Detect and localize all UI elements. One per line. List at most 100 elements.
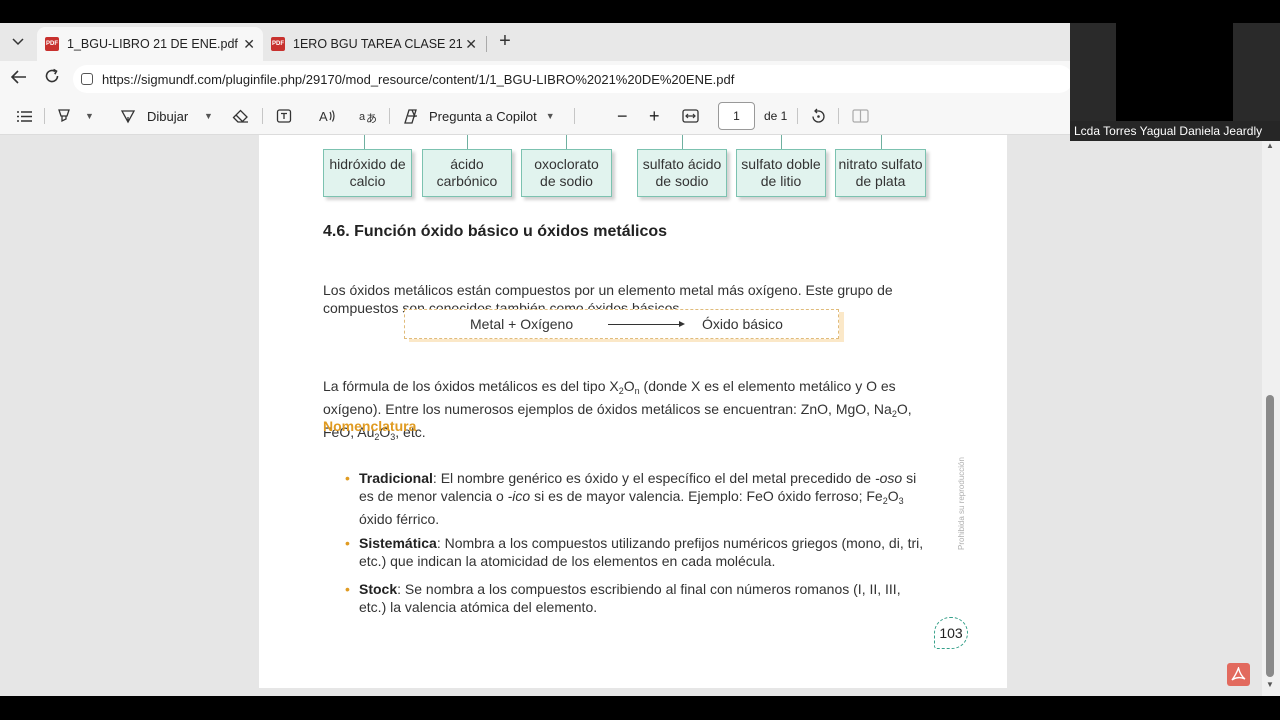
scrollbar-thumb[interactable]: [1266, 395, 1274, 677]
diagram-connector: [364, 135, 365, 149]
compound-box: sulfato doble de litio: [736, 149, 826, 197]
bullet-term: Tradicional: [359, 470, 433, 486]
suffix-italic: -oso: [874, 470, 903, 486]
diagram-connector: [781, 135, 782, 149]
compound-line: sulfato ácido: [642, 156, 722, 172]
back-arrow-icon[interactable]: [7, 67, 31, 91]
text-run: : Nombra a los compuestos utilizando pre…: [359, 535, 924, 569]
url-field[interactable]: https://sigmundf.com/pluginfile.php/2917…: [73, 65, 1073, 93]
eraser-icon[interactable]: [232, 97, 249, 135]
zoom-out-icon[interactable]: −: [617, 97, 628, 135]
diagram-connector: [682, 135, 683, 149]
compound-line: hidróxido de: [329, 156, 406, 172]
webcam-overlay: Lcda Torres Yagual Daniela Jeardly: [1070, 23, 1280, 141]
reload-icon[interactable]: [40, 67, 64, 91]
highlight-pen-icon[interactable]: [56, 97, 72, 135]
bullet-marker: •: [345, 470, 350, 486]
tab-separator: [486, 36, 487, 52]
pdf-icon: PDF: [45, 37, 59, 51]
bullet-marker: •: [345, 581, 350, 597]
text-run: O: [623, 378, 635, 394]
compound-line: oxoclorato: [534, 156, 599, 172]
bullet-term: Stock: [359, 581, 398, 597]
compound-line: de litio: [760, 173, 802, 189]
text-run: : Se nombra a los compuestos escribiendo…: [359, 581, 901, 615]
compound-box: sulfato ácido de sodio: [637, 149, 727, 197]
vertical-scrollbar[interactable]: ▲ ▼: [1262, 135, 1280, 696]
draw-options-chevron-icon[interactable]: ▼: [204, 97, 213, 135]
page-number-input[interactable]: 1: [718, 102, 755, 130]
copilot-chevron-icon: ▼: [545, 111, 555, 121]
bullet-tradicional: Tradicional: El nombre genérico es óxido…: [359, 469, 926, 528]
subscript: 3: [898, 496, 904, 506]
compound-box: hidróxido de calcio: [323, 149, 412, 197]
pdf-icon: PDF: [271, 37, 285, 51]
acrobat-icon[interactable]: [1227, 663, 1250, 686]
bullet-marker: •: [345, 535, 350, 551]
draw-label: Dibujar: [147, 108, 189, 124]
nomenclature-heading: Nomenclatura: [323, 418, 417, 434]
toolbar-separator: [389, 108, 390, 124]
equation-product: Óxido básico: [702, 316, 783, 332]
copilot-button[interactable]: Pregunta a Copilot ▼: [403, 97, 555, 135]
pdf-page: hidróxido de calcio ácido carbónico oxoclo…: [259, 135, 1007, 688]
text-box-icon[interactable]: [276, 97, 292, 135]
copilot-label: Pregunta a Copilot: [429, 108, 537, 124]
translate-icon[interactable]: aあ: [359, 97, 377, 135]
compound-line: calcio: [349, 173, 386, 189]
reaction-arrow-icon: [608, 321, 685, 327]
text-run: O: [887, 488, 899, 504]
tab-tarea-pdf[interactable]: PDF 1ERO BGU TAREA CLASE 21 DE EN ✕: [263, 27, 485, 61]
tab-actions-chevron-icon[interactable]: [7, 31, 29, 53]
scroll-down-arrow-icon[interactable]: ▼: [1266, 680, 1274, 689]
compound-line: ácido: [450, 156, 484, 172]
compound-line: de sodio: [655, 173, 709, 189]
compound-line: carbónico: [436, 173, 498, 189]
reaction-equation-box: Metal + Oxígeno Óxido básico: [404, 309, 839, 339]
text-run: si es de mayor valencia. Ejemplo: FeO óx…: [530, 488, 883, 504]
fit-width-icon[interactable]: [682, 97, 699, 135]
copyright-side-note: Prohibida su reproducción: [957, 457, 966, 550]
close-tab-icon[interactable]: ✕: [243, 36, 255, 53]
highlight-options-chevron-icon[interactable]: ▼: [85, 97, 94, 135]
diagram-connector: [566, 135, 567, 149]
bullet-stock: Stock: Se nombra a los compuestos escrib…: [359, 580, 926, 616]
svg-text:a: a: [359, 111, 366, 123]
toolbar-separator: [574, 108, 575, 124]
text-run: óxido férrico.: [359, 511, 440, 527]
toolbar-separator: [797, 108, 798, 124]
formula-paragraph: La fórmula de los óxidos metálicos es de…: [323, 377, 926, 446]
toolbar-separator: [838, 108, 839, 124]
compound-box: ácido carbónico: [422, 149, 512, 197]
tab-label: 1ERO BGU TAREA CLASE 21 DE EN: [293, 37, 463, 51]
draw-pen-icon: [120, 110, 136, 124]
draw-button[interactable]: Dibujar: [120, 97, 188, 135]
copilot-icon: [404, 108, 417, 124]
two-page-view-icon[interactable]: [852, 97, 869, 135]
read-aloud-icon[interactable]: A: [318, 97, 336, 135]
suffix-italic: -ico: [507, 488, 531, 504]
scroll-up-arrow-icon[interactable]: ▲: [1266, 141, 1274, 150]
toolbar-separator: [44, 108, 45, 124]
tab-libro-pdf[interactable]: PDF 1_BGU-LIBRO 21 DE ENE.pdf ✕: [37, 27, 263, 61]
page-total-label: de 1: [764, 109, 788, 123]
text-run: : El nombre genérico es óxido y el espec…: [432, 470, 875, 486]
compound-line: sulfato doble: [741, 156, 821, 172]
site-info-icon[interactable]: [81, 73, 93, 85]
page-number-badge: 103: [934, 617, 968, 649]
rotate-icon[interactable]: [810, 97, 827, 135]
compound-line: nitrato sulfato: [838, 156, 923, 172]
close-tab-icon[interactable]: ✕: [465, 36, 477, 53]
tab-label: 1_BGU-LIBRO 21 DE ENE.pdf: [67, 37, 238, 51]
bullet-sistematica: Sistemática: Nombra a los compuestos uti…: [359, 534, 926, 570]
participant-name: Lcda Torres Yagual Daniela Jeardly: [1070, 121, 1280, 141]
svg-text:あ: あ: [366, 112, 377, 124]
contents-list-icon[interactable]: [16, 97, 33, 135]
compound-line: de sodio: [540, 173, 593, 189]
section-heading: 4.6. Función óxido básico u óxidos metál…: [323, 223, 668, 240]
zoom-in-icon[interactable]: +: [649, 97, 660, 135]
pdf-viewer[interactable]: hidróxido de calcio ácido carbónico oxoclo…: [0, 135, 1280, 696]
compound-box: nitrato sulfato de plata: [835, 149, 926, 197]
compound-box: oxoclorato de sodio: [521, 149, 612, 197]
new-tab-plus-icon[interactable]: +: [494, 31, 516, 53]
